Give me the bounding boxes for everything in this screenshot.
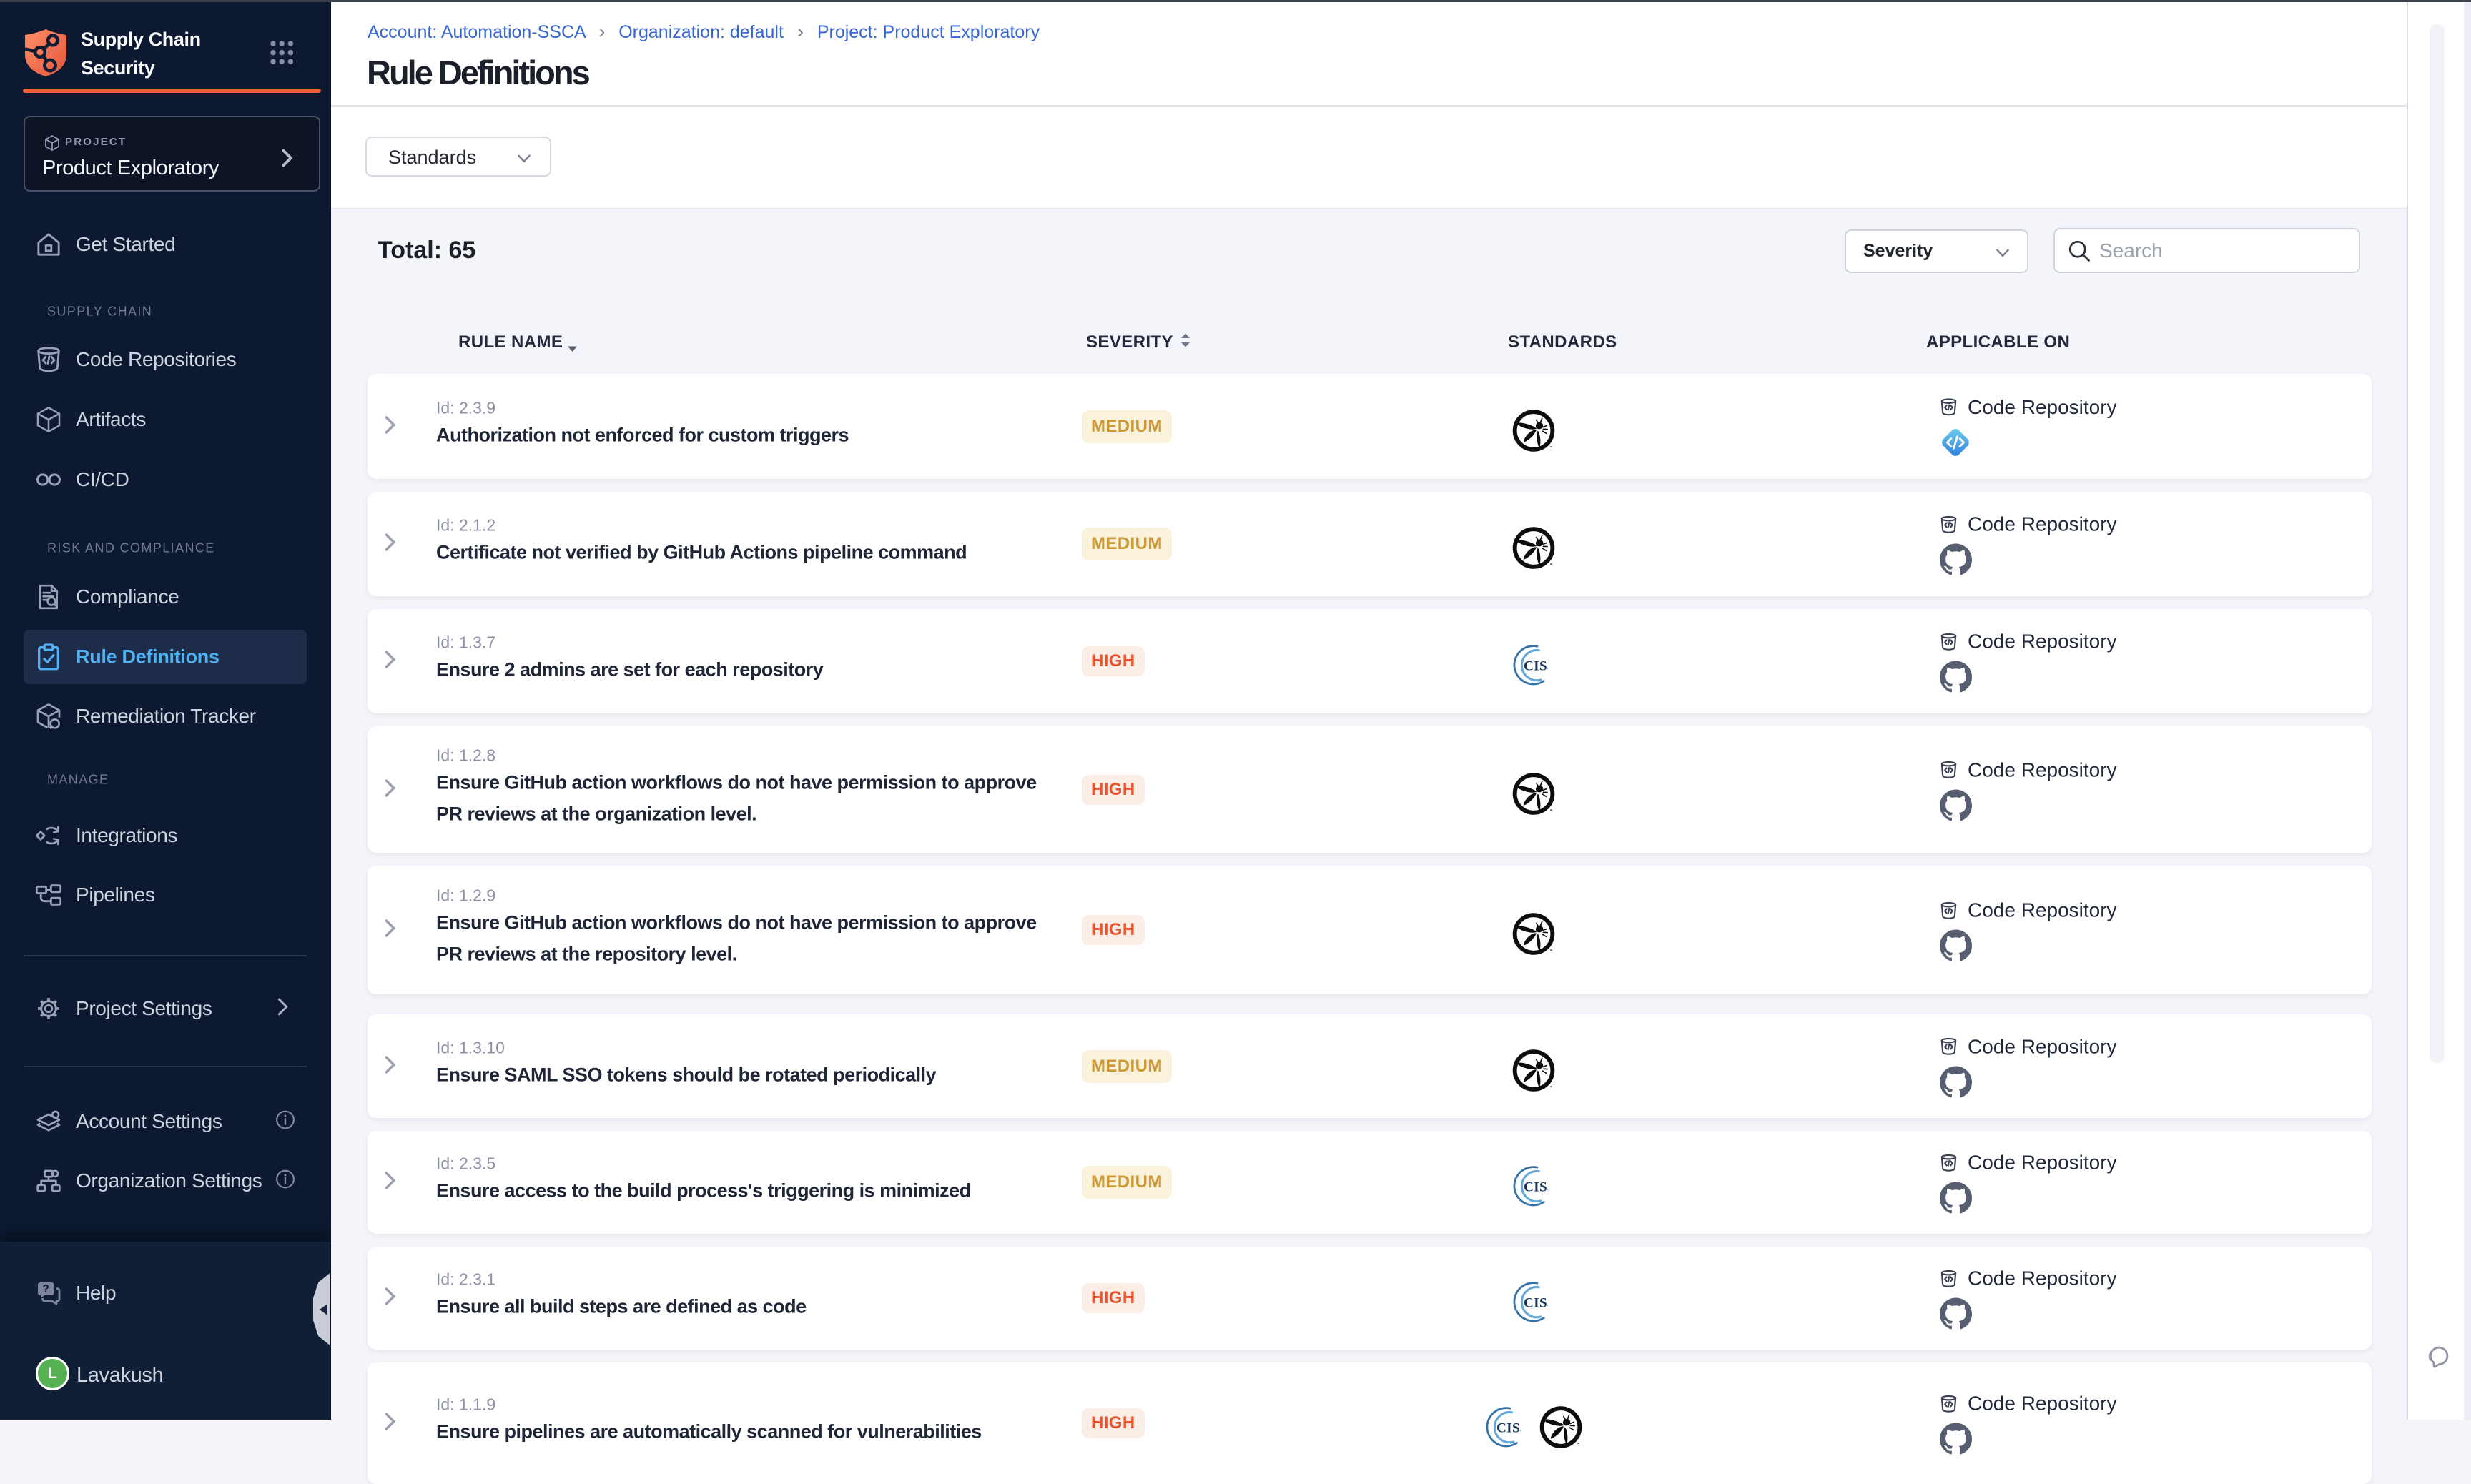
svg-text:?: ? bbox=[42, 1283, 49, 1295]
svg-text:CIS: CIS bbox=[1524, 1179, 1547, 1194]
svg-text:CIS: CIS bbox=[1524, 1295, 1547, 1310]
svg-text:CIS: CIS bbox=[1524, 658, 1547, 673]
svg-text:CIS: CIS bbox=[1496, 1420, 1520, 1435]
